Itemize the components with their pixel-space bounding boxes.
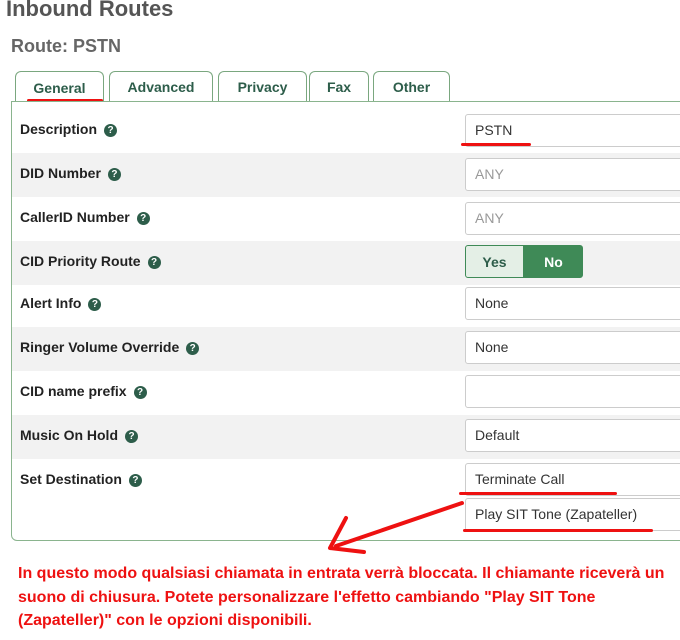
help-icon[interactable]: ? xyxy=(147,256,161,269)
help-icon[interactable]: ? xyxy=(136,212,150,225)
alert-info-input[interactable]: None xyxy=(465,287,680,320)
route-title: Route: PSTN xyxy=(11,36,121,56)
alert-info-label: Alert Info xyxy=(20,295,82,311)
ringer-volume-label: Ringer Volume Override xyxy=(20,339,180,355)
help-icon[interactable]: ? xyxy=(128,474,142,487)
page-title: Inbound Routes xyxy=(6,0,174,21)
help-icon[interactable]: ? xyxy=(133,386,147,399)
did-number-input[interactable]: ANY xyxy=(465,158,680,191)
music-on-hold-label: Music On Hold xyxy=(20,427,118,443)
annotation-arrow-icon xyxy=(328,501,464,554)
cid-priority-toggle: Yes No xyxy=(465,245,583,278)
help-icon[interactable]: ? xyxy=(125,430,138,443)
description-underline-mark xyxy=(461,143,531,146)
callerid-number-label: CallerID Number xyxy=(20,209,130,225)
tab-fax[interactable]: Fax xyxy=(309,71,369,101)
help-icon[interactable]: ? xyxy=(88,298,102,311)
tab-advanced[interactable]: Advanced xyxy=(109,71,213,101)
set-destination-label: Set Destination xyxy=(20,471,122,487)
destination-target-select[interactable]: Play SIT Tone (Zapateller) xyxy=(465,498,680,531)
cid-prefix-input[interactable] xyxy=(465,375,680,408)
destination-target-underline-mark xyxy=(463,529,653,532)
annotation-text: In questo modo qualsiasi chiamata in ent… xyxy=(18,565,665,629)
description-label: Description xyxy=(20,121,98,137)
cid-priority-label: CID Priority Route xyxy=(20,253,141,269)
ringer-volume-select[interactable]: None xyxy=(465,331,680,364)
help-icon[interactable]: ? xyxy=(104,124,118,137)
cid-priority-yes-button[interactable]: Yes xyxy=(465,245,524,278)
destination-type-underline-mark xyxy=(459,492,617,495)
music-on-hold-select[interactable]: Default xyxy=(465,419,680,452)
cid-priority-no-button[interactable]: No xyxy=(524,245,583,278)
help-icon[interactable]: ? xyxy=(107,168,121,181)
callerid-number-input[interactable]: ANY xyxy=(465,202,680,235)
cid-prefix-label: CID name prefix xyxy=(20,383,127,399)
did-number-label: DID Number xyxy=(20,165,101,181)
tab-other[interactable]: Other xyxy=(373,71,450,101)
help-icon[interactable]: ? xyxy=(186,342,200,355)
tab-privacy[interactable]: Privacy xyxy=(218,71,307,101)
